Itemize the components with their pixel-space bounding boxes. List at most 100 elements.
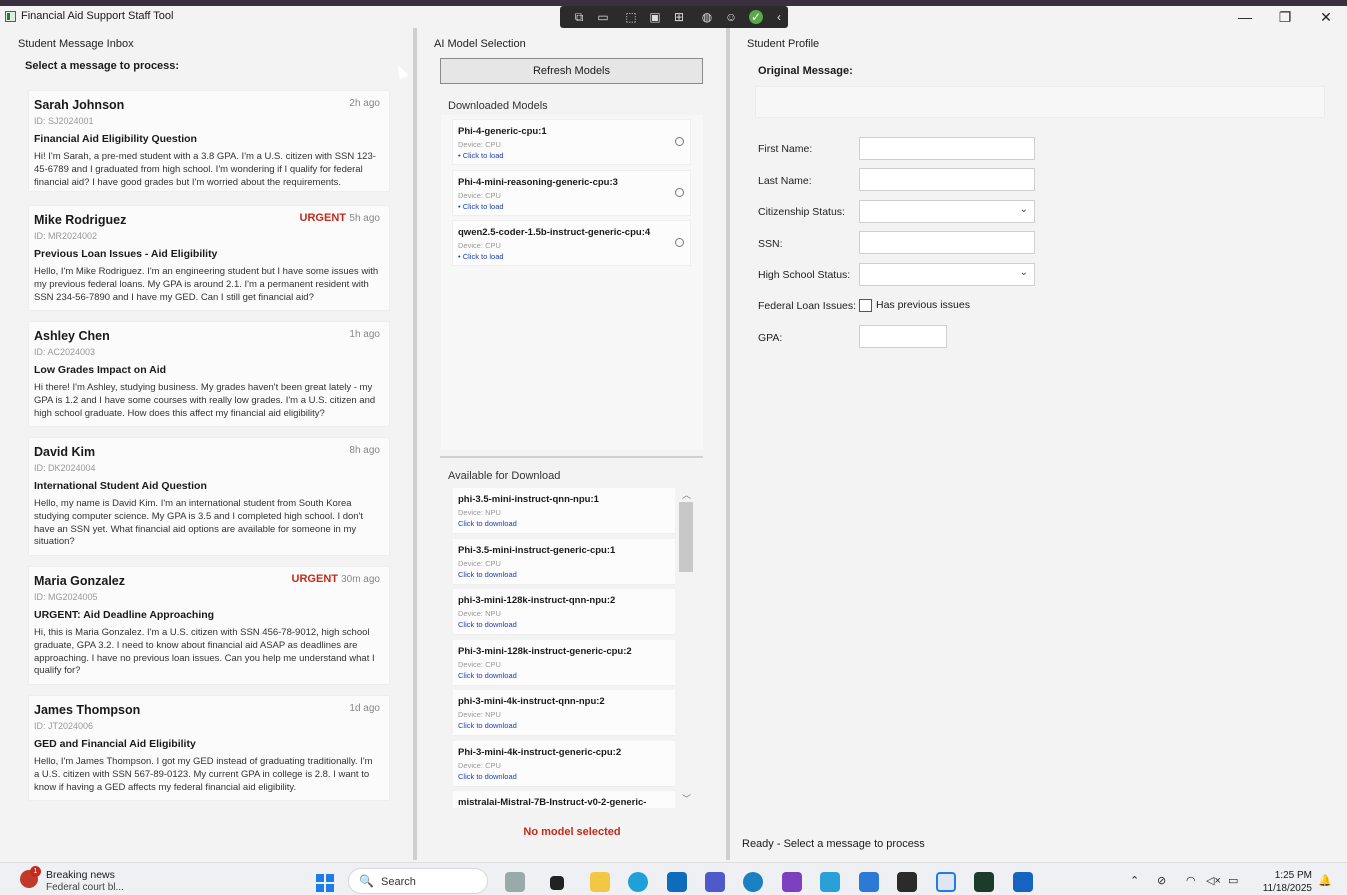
message-subject: Financial Aid Eligibility Question bbox=[34, 133, 197, 145]
taskbar-search[interactable]: 🔍 Search bbox=[348, 868, 488, 894]
message-body: Hi there! I'm Ashley, studying business.… bbox=[34, 382, 376, 419]
message-card[interactable]: James Thompson 1d ago ID: JT2024006 GED … bbox=[28, 695, 390, 801]
active-app-icon[interactable] bbox=[936, 872, 956, 892]
profile-pane-label: Student Profile bbox=[747, 38, 820, 50]
pane-splitter-left[interactable] bbox=[413, 28, 417, 860]
pinned-app-icon[interactable] bbox=[974, 872, 994, 892]
available-model-item[interactable]: Phi-3-mini-4k-instruct-generic-cpu:2 Dev… bbox=[453, 741, 675, 787]
message-card[interactable]: Mike Rodriguez URGENT 5h ago ID: MR20240… bbox=[28, 205, 390, 311]
available-model-item[interactable]: phi-3-mini-4k-instruct-qnn-npu:2 Device:… bbox=[453, 690, 675, 736]
message-card[interactable]: Ashley Chen 1h ago ID: AC2024003 Low Gra… bbox=[28, 321, 390, 427]
window-capture-icon[interactable]: ⊞ bbox=[672, 10, 686, 24]
model-radio[interactable] bbox=[675, 188, 684, 197]
student-id: ID: SJ2024001 bbox=[34, 116, 94, 126]
sync-off-icon[interactable]: ⊘ bbox=[1157, 874, 1166, 887]
load-link[interactable]: • Click to load bbox=[458, 252, 504, 261]
message-time: 1h ago bbox=[349, 329, 380, 340]
news-title[interactable]: Breaking news bbox=[46, 869, 115, 881]
download-link[interactable]: Click to download bbox=[458, 721, 517, 730]
download-link[interactable]: Click to download bbox=[458, 620, 517, 629]
message-card[interactable]: David Kim 8h ago ID: DK2024004 Internati… bbox=[28, 437, 390, 556]
collapse-icon[interactable]: ‹ bbox=[772, 10, 786, 24]
available-model-item[interactable]: phi-3-mini-128k-instruct-qnn-npu:2 Devic… bbox=[453, 589, 675, 635]
message-card[interactable]: Maria Gonzalez URGENT 30m ago ID: MG2024… bbox=[28, 566, 390, 685]
chevron-up-icon[interactable]: ⌃ bbox=[1130, 874, 1139, 887]
photos-icon[interactable] bbox=[820, 872, 840, 892]
check-icon[interactable]: ✓ bbox=[749, 10, 763, 24]
terminal-icon[interactable] bbox=[897, 872, 917, 892]
citizenship-select[interactable]: ⌄ bbox=[859, 200, 1035, 223]
scroll-thumb[interactable] bbox=[679, 502, 693, 572]
first-name-field[interactable] bbox=[859, 137, 1035, 160]
pinned-app-icon[interactable] bbox=[1013, 872, 1033, 892]
wifi-icon[interactable]: ◠ bbox=[1186, 874, 1196, 887]
model-item[interactable]: Phi-4-generic-cpu:1 Device: CPU • Click … bbox=[452, 119, 691, 165]
available-list-scrollbar[interactable]: ︿ ﹀ bbox=[678, 490, 694, 806]
available-models-list[interactable]: phi-3.5-mini-instruct-qnn-npu:1 Device: … bbox=[441, 486, 697, 808]
refresh-models-button[interactable]: Refresh Models bbox=[440, 58, 703, 84]
notification-bell-icon[interactable]: 🔔 bbox=[1318, 874, 1332, 887]
edge-browser-icon[interactable] bbox=[628, 872, 648, 892]
accessibility-icon[interactable]: ☺ bbox=[724, 10, 738, 24]
file-explorer-icon[interactable] bbox=[590, 872, 610, 892]
teams-icon[interactable] bbox=[705, 872, 725, 892]
loan-issues-checkbox-label[interactable]: Has previous issues bbox=[876, 299, 970, 311]
scroll-down-icon[interactable]: ﹀ bbox=[682, 792, 691, 805]
scroll-up-icon[interactable]: ︿ bbox=[682, 488, 691, 501]
model-name: Phi-4-generic-cpu:1 bbox=[458, 126, 547, 137]
available-model-item[interactable]: Phi-3.5-mini-instruct-generic-cpu:1 Devi… bbox=[453, 539, 675, 585]
ssn-field[interactable] bbox=[859, 231, 1035, 254]
message-time: 1d ago bbox=[349, 703, 380, 714]
available-model-item[interactable]: Phi-3-mini-128k-instruct-generic-cpu:2 D… bbox=[453, 640, 675, 686]
visual-studio-icon[interactable] bbox=[782, 872, 802, 892]
urgent-badge: URGENT bbox=[299, 212, 346, 224]
model-radio[interactable] bbox=[675, 238, 684, 247]
pane-splitter-right[interactable] bbox=[726, 28, 730, 860]
system-clock[interactable]: 1:25 PM 11/18/2025 bbox=[1256, 869, 1312, 895]
message-body: Hello, my name is David Kim. I'm an inte… bbox=[34, 498, 364, 548]
model-status-text: No model selected bbox=[523, 826, 621, 838]
battery-icon[interactable]: ▭ bbox=[1228, 874, 1238, 887]
paint-icon[interactable] bbox=[859, 872, 879, 892]
student-id: ID: AC2024003 bbox=[34, 347, 96, 357]
model-item[interactable]: Phi-4-mini-reasoning-generic-cpu:3 Devic… bbox=[452, 170, 691, 216]
message-card[interactable]: Sarah Johnson 2h ago ID: SJ2024001 Finan… bbox=[28, 90, 390, 192]
camera-icon[interactable]: ▭ bbox=[596, 10, 610, 24]
download-link[interactable]: Click to download bbox=[458, 570, 517, 579]
cursor-select-icon[interactable]: ⬚ bbox=[624, 10, 638, 24]
loan-issues-checkbox[interactable] bbox=[859, 299, 872, 312]
load-link[interactable]: • Click to load bbox=[458, 202, 504, 211]
high-school-select[interactable]: ⌄ bbox=[859, 263, 1035, 286]
available-model-item[interactable]: mistralai-Mistral-7B-Instruct-v0-2-gener… bbox=[453, 791, 675, 808]
minimize-button[interactable]: — bbox=[1225, 6, 1265, 28]
windows-start-icon[interactable] bbox=[316, 874, 334, 892]
restore-button[interactable]: ❐ bbox=[1265, 6, 1305, 28]
gpa-field[interactable] bbox=[859, 325, 947, 348]
download-link[interactable]: Click to download bbox=[458, 519, 517, 528]
search-icon: 🔍 bbox=[359, 874, 374, 888]
status-bar-text: Ready - Select a message to process bbox=[742, 838, 925, 850]
load-link[interactable]: • Click to load bbox=[458, 151, 504, 160]
task-view-icon[interactable] bbox=[550, 876, 564, 890]
news-subtitle[interactable]: Federal court bl... bbox=[46, 882, 124, 893]
model-radio[interactable] bbox=[675, 137, 684, 146]
close-button[interactable]: ✕ bbox=[1306, 6, 1346, 28]
available-model-item[interactable]: phi-3.5-mini-instruct-qnn-npu:1 Device: … bbox=[453, 488, 675, 534]
screen-record-icon[interactable]: ⧉ bbox=[572, 10, 586, 24]
store-icon[interactable] bbox=[667, 872, 687, 892]
download-link[interactable]: Click to download bbox=[458, 772, 517, 781]
volume-muted-icon[interactable]: ◁× bbox=[1206, 874, 1221, 887]
outlook-icon[interactable] bbox=[743, 872, 763, 892]
mic-off-icon[interactable]: ◍ bbox=[700, 10, 714, 24]
region-icon[interactable]: ▣ bbox=[648, 10, 662, 24]
model-name: qwen2.5-coder-1.5b-instruct-generic-cpu:… bbox=[458, 227, 651, 238]
message-body: Hello, I'm James Thompson. I got my GED … bbox=[34, 756, 373, 793]
download-link[interactable]: Click to download bbox=[458, 671, 517, 680]
original-message-box bbox=[755, 86, 1325, 118]
model-item[interactable]: qwen2.5-coder-1.5b-instruct-generic-cpu:… bbox=[452, 220, 691, 266]
last-name-field[interactable] bbox=[859, 168, 1035, 191]
pinned-app-icon[interactable] bbox=[505, 872, 525, 892]
student-name: Ashley Chen bbox=[34, 329, 110, 343]
notification-badge: 1 bbox=[30, 866, 41, 877]
message-time: 2h ago bbox=[349, 98, 380, 109]
